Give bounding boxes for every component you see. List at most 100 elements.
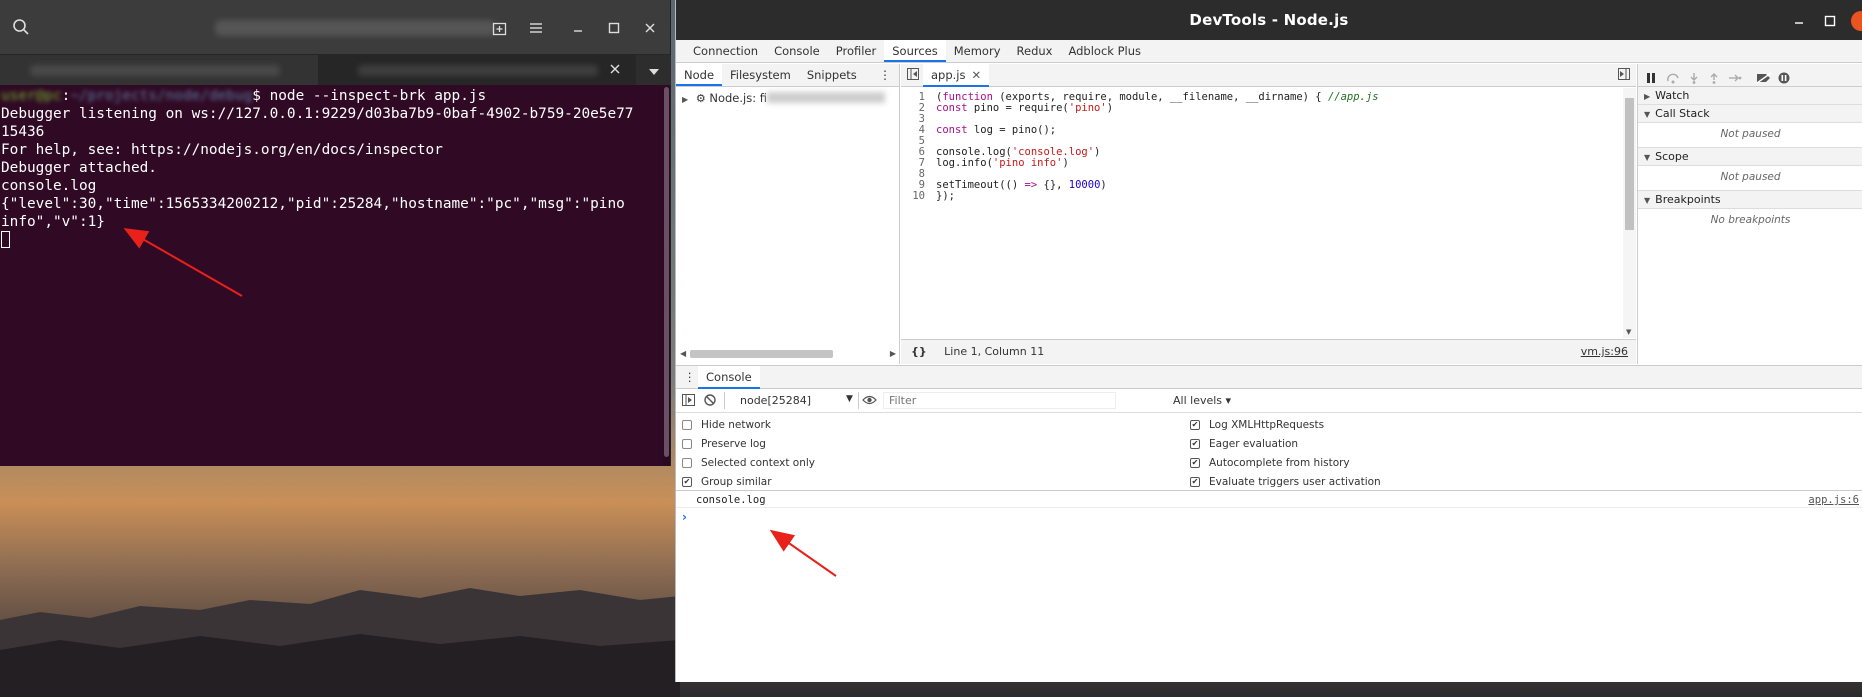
checkbox-checked[interactable]: ✔ [1190,419,1200,430]
tab-snippets[interactable]: Snippets [799,64,865,86]
console-message-text: console.log [696,494,766,506]
tab-sources[interactable]: Sources [884,40,946,62]
chevron-down-icon[interactable]: ▼ [846,394,853,404]
scope-section-header[interactable]: ▼ Scope [1638,148,1862,166]
setting-eager-evaluation[interactable]: ✔ Eager evaluation [1190,434,1381,453]
window-title: DevTools - Node.js [1189,11,1349,29]
step-into-icon[interactable] [1688,69,1700,88]
settings-left-column: Hide network Preserve log Selected conte… [682,415,815,491]
tab-drawer-console[interactable]: Console [698,366,760,389]
tab-memory[interactable]: Memory [946,40,1009,62]
editor-scrollbar[interactable]: ▼ [1623,88,1636,338]
tabs-dropdown-icon[interactable] [648,63,660,82]
prompt-user-redacted: user@pc [1,88,62,104]
main-tab-bar: Connection Console Profiler Sources Memo… [676,40,1862,63]
context-selector[interactable]: node[25284] [740,394,840,407]
step-out-icon[interactable] [1708,69,1720,88]
source-link[interactable]: vm.js:96 [1581,345,1628,358]
pause-on-exceptions-icon[interactable] [1778,69,1790,88]
eye-icon[interactable] [862,394,877,409]
tree-item-nodejs[interactable]: ▶ ⚙ Node.js: fi [682,91,899,105]
tab-profiler[interactable]: Profiler [828,40,885,62]
terminal-window[interactable]: user@pc:~/projects/node/debug$ node --in… [0,0,671,466]
terminal-scrollbar[interactable] [663,87,670,465]
terminal-tab-1[interactable] [0,55,318,85]
expand-triangle-icon[interactable]: ▶ [682,95,688,104]
terminal-line: Debugger attached. [1,160,157,176]
code-area[interactable]: 1 2 3 4 5 6 7 8 9 10 (function (exports,… [901,88,1623,338]
terminal-output[interactable]: user@pc:~/projects/node/debug$ node --in… [0,87,664,465]
devtools-titlebar: DevTools - Node.js [676,0,1862,40]
filter-input[interactable] [883,392,1116,409]
drawer-tab-bar: ⋮ Console [676,366,1862,389]
minimize-icon[interactable] [1790,12,1808,30]
toggle-debugger-icon[interactable] [1618,68,1630,83]
checkbox-checked[interactable]: ✔ [1190,438,1200,449]
setting-group-similar[interactable]: ✔ Group similar [682,472,815,491]
scope-body: Not paused [1638,166,1862,191]
minimize-icon[interactable] [566,16,590,40]
tab-redux[interactable]: Redux [1009,40,1061,62]
maximize-icon[interactable] [1821,12,1839,30]
tab-close-icon[interactable] [607,61,623,81]
tree-item-redacted [766,92,885,103]
call-stack-section-header[interactable]: ▼ Call Stack [1638,105,1862,123]
console-prompt[interactable]: › [676,508,1862,524]
log-levels-dropdown[interactable]: All levels ▾ [1173,394,1231,407]
setting-selected-context-only[interactable]: Selected context only [682,453,815,472]
setting-evaluate-triggers[interactable]: ✔ Evaluate triggers user activation [1190,472,1381,491]
terminal-line: Debugger listening on ws://127.0.0.1:922… [1,106,634,122]
prompt-path-redacted: ~/projects/node/debug [70,88,253,104]
editor-tab-bar: app.js ✕ [901,64,1636,87]
setting-autocomplete-history[interactable]: ✔ Autocomplete from history [1190,453,1381,472]
setting-hide-network[interactable]: Hide network [682,415,815,434]
step-icon[interactable] [1728,69,1742,88]
watch-section-header[interactable]: ▶ Watch [1638,87,1862,105]
file-navigator: Node Filesystem Snippets ⋮ ▶ ⚙ Node.js: … [676,64,900,364]
tab-filesystem[interactable]: Filesystem [722,64,799,86]
tab-console[interactable]: Console [766,40,828,62]
new-tab-icon[interactable] [488,16,512,40]
checkbox-checked[interactable]: ✔ [682,476,692,487]
close-tab-icon[interactable]: ✕ [972,68,982,82]
navigator-hscrollbar[interactable]: ◀ ▶ [680,349,896,359]
maximize-icon[interactable] [602,16,626,40]
terminal-line: info","v":1} [1,214,105,230]
clear-console-icon[interactable] [704,394,716,409]
console-settings: Hide network Preserve log Selected conte… [676,413,1862,491]
checkbox[interactable] [682,419,692,430]
checkbox[interactable] [682,457,692,468]
hamburger-menu-icon[interactable] [524,16,548,40]
breakpoints-section-header[interactable]: ▼ Breakpoints [1638,191,1862,209]
file-tab-appjs[interactable]: app.js ✕ [923,64,990,87]
drawer-menu-icon[interactable]: ⋮ [684,370,696,384]
settings-right-column: ✔ Log XMLHttpRequests ✔ Eager evaluation ✔… [1190,415,1381,491]
deactivate-breakpoints-icon[interactable] [1756,69,1772,88]
terminal-tab-2[interactable] [318,55,636,85]
checkbox-checked[interactable]: ✔ [1190,476,1200,487]
code-lines: (function (exports, require, module, __f… [936,91,1379,202]
debugger-toolbar [1638,64,1862,87]
console-message-source-link[interactable]: app.js:6 [1808,494,1859,506]
step-over-icon[interactable] [1666,69,1680,88]
search-icon[interactable] [12,18,30,40]
cursor-position: Line 1, Column 11 [944,345,1045,358]
pretty-print-icon[interactable]: {} [911,345,927,358]
close-icon[interactable] [638,16,662,40]
more-options-icon[interactable]: ⋮ [879,68,891,82]
checkbox-checked[interactable]: ✔ [1190,457,1200,468]
tab-connection[interactable]: Connection [685,40,766,62]
setting-preserve-log[interactable]: Preserve log [682,434,815,453]
pause-icon[interactable] [1646,69,1656,88]
setting-log-xmlhttprequests[interactable]: ✔ Log XMLHttpRequests [1190,415,1381,434]
terminal-line: 15436 [1,124,45,140]
code-editor: app.js ✕ 1 2 3 4 5 6 7 8 9 10 (function … [901,64,1636,364]
checkbox[interactable] [682,438,692,449]
terminal-tab-bar [0,55,671,85]
terminal-headerbar [0,0,670,55]
sidebar-toggle-icon[interactable] [682,394,695,409]
tab-node[interactable]: Node [676,64,723,86]
tab-adblock-plus[interactable]: Adblock Plus [1060,40,1149,62]
terminal-line: {"level":30,"time":1565334200212,"pid":2… [1,196,625,212]
toggle-navigator-icon[interactable] [907,68,919,83]
